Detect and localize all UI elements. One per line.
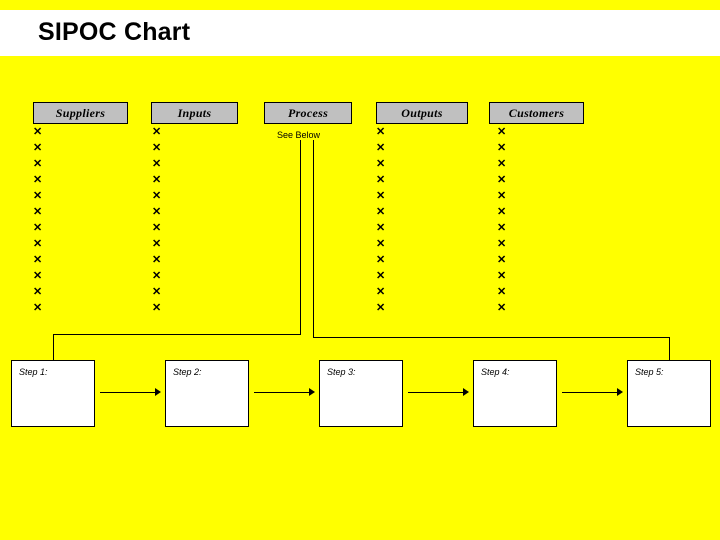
bullet-item[interactable]: ✕: [152, 172, 161, 188]
column-header-process[interactable]: Process: [264, 102, 352, 124]
arrow-step2-step3: [254, 388, 315, 397]
bullet-item[interactable]: ✕: [497, 284, 506, 300]
bullet-item[interactable]: ✕: [497, 268, 506, 284]
arrow-shaft: [100, 392, 155, 393]
bullet-item[interactable]: ✕: [152, 188, 161, 204]
arrow-step4-step5: [562, 388, 623, 397]
bullet-item[interactable]: ✕: [497, 220, 506, 236]
column-header-label-customers: Customers: [508, 105, 565, 120]
column-header-inputs[interactable]: Inputs: [151, 102, 238, 124]
bullet-item[interactable]: ✕: [33, 204, 42, 220]
bullet-item[interactable]: ✕: [33, 172, 42, 188]
bullet-item[interactable]: ✕: [497, 124, 506, 140]
bullet-item[interactable]: ✕: [376, 236, 385, 252]
bullet-item[interactable]: ✕: [376, 156, 385, 172]
bullet-item[interactable]: ✕: [376, 220, 385, 236]
bullet-item[interactable]: ✕: [33, 236, 42, 252]
bullet-item[interactable]: ✕: [376, 124, 385, 140]
arrow-step3-step4: [408, 388, 469, 397]
connector-horizontal-left: [53, 334, 301, 335]
bullet-item[interactable]: ✕: [33, 140, 42, 156]
bullet-item[interactable]: ✕: [33, 300, 42, 316]
bullet-item[interactable]: ✕: [152, 300, 161, 316]
column-header-customers[interactable]: Customers: [489, 102, 584, 124]
connector-vertical-left: [300, 140, 301, 334]
page-title: SIPOC Chart: [38, 18, 191, 46]
bullet-item[interactable]: ✕: [152, 204, 161, 220]
bullet-list-customers[interactable]: ✕ ✕ ✕ ✕ ✕ ✕ ✕ ✕ ✕ ✕ ✕ ✕: [497, 124, 506, 316]
bullet-item[interactable]: ✕: [152, 236, 161, 252]
sipoc-slide: SIPOC Chart Suppliers Inputs Process Out…: [0, 0, 720, 540]
connector-horizontal-right: [313, 337, 670, 338]
step-box-3[interactable]: Step 3:: [319, 360, 403, 427]
step-box-2[interactable]: Step 2:: [165, 360, 249, 427]
bullet-item[interactable]: ✕: [33, 124, 42, 140]
step-box-5[interactable]: Step 5:: [627, 360, 711, 427]
step-label-5: Step 5:: [635, 367, 664, 377]
arrow-head-icon: [463, 388, 469, 396]
column-header-label-process: Process: [287, 105, 329, 120]
bullet-item[interactable]: ✕: [33, 268, 42, 284]
step-label-2: Step 2:: [173, 367, 202, 377]
bullet-item[interactable]: ✕: [152, 140, 161, 156]
column-header-label-outputs: Outputs: [401, 105, 443, 120]
bullet-item[interactable]: ✕: [376, 188, 385, 204]
arrow-head-icon: [309, 388, 315, 396]
bullet-item[interactable]: ✕: [376, 284, 385, 300]
arrow-head-icon: [617, 388, 623, 396]
bullet-item[interactable]: ✕: [33, 156, 42, 172]
column-header-label-suppliers: Suppliers: [55, 105, 106, 120]
bullet-list-inputs[interactable]: ✕ ✕ ✕ ✕ ✕ ✕ ✕ ✕ ✕ ✕ ✕ ✕: [152, 124, 161, 316]
bullet-item[interactable]: ✕: [497, 204, 506, 220]
step-label-3: Step 3:: [327, 367, 356, 377]
bullet-item[interactable]: ✕: [33, 188, 42, 204]
bullet-item[interactable]: ✕: [497, 140, 506, 156]
bullet-item[interactable]: ✕: [497, 172, 506, 188]
bullet-item[interactable]: ✕: [376, 300, 385, 316]
step-box-4[interactable]: Step 4:: [473, 360, 557, 427]
connector-drop-step1: [53, 334, 54, 360]
connector-drop-step5: [669, 337, 670, 360]
bullet-item[interactable]: ✕: [33, 252, 42, 268]
bullet-item[interactable]: ✕: [497, 252, 506, 268]
bullet-item[interactable]: ✕: [152, 252, 161, 268]
bullet-item[interactable]: ✕: [152, 156, 161, 172]
bullet-item[interactable]: ✕: [376, 172, 385, 188]
step-box-1[interactable]: Step 1:: [11, 360, 95, 427]
arrow-shaft: [408, 392, 463, 393]
arrow-head-icon: [155, 388, 161, 396]
connector-vertical-right: [313, 140, 314, 337]
column-header-outputs[interactable]: Outputs: [376, 102, 468, 124]
column-header-label-inputs: Inputs: [177, 105, 212, 120]
bullet-item[interactable]: ✕: [152, 220, 161, 236]
bullet-item[interactable]: ✕: [497, 188, 506, 204]
bullet-item[interactable]: ✕: [497, 300, 506, 316]
bullet-item[interactable]: ✕: [152, 268, 161, 284]
bullet-item[interactable]: ✕: [376, 268, 385, 284]
bullet-item[interactable]: ✕: [497, 236, 506, 252]
bullet-item[interactable]: ✕: [152, 284, 161, 300]
process-see-below-note: See Below: [277, 130, 321, 140]
bullet-item[interactable]: ✕: [33, 284, 42, 300]
bullet-item[interactable]: ✕: [376, 140, 385, 156]
arrow-shaft: [254, 392, 309, 393]
step-label-4: Step 4:: [481, 367, 510, 377]
arrow-shaft: [562, 392, 617, 393]
arrow-step1-step2: [100, 388, 161, 397]
bullet-item[interactable]: ✕: [152, 124, 161, 140]
bullet-item[interactable]: ✕: [376, 204, 385, 220]
bullet-list-suppliers[interactable]: ✕ ✕ ✕ ✕ ✕ ✕ ✕ ✕ ✕ ✕ ✕ ✕: [33, 124, 42, 316]
bullet-list-outputs[interactable]: ✕ ✕ ✕ ✕ ✕ ✕ ✕ ✕ ✕ ✕ ✕ ✕: [376, 124, 385, 316]
column-header-suppliers[interactable]: Suppliers: [33, 102, 128, 124]
bullet-item[interactable]: ✕: [497, 156, 506, 172]
bullet-item[interactable]: ✕: [376, 252, 385, 268]
step-label-1: Step 1:: [19, 367, 48, 377]
bullet-item[interactable]: ✕: [33, 220, 42, 236]
